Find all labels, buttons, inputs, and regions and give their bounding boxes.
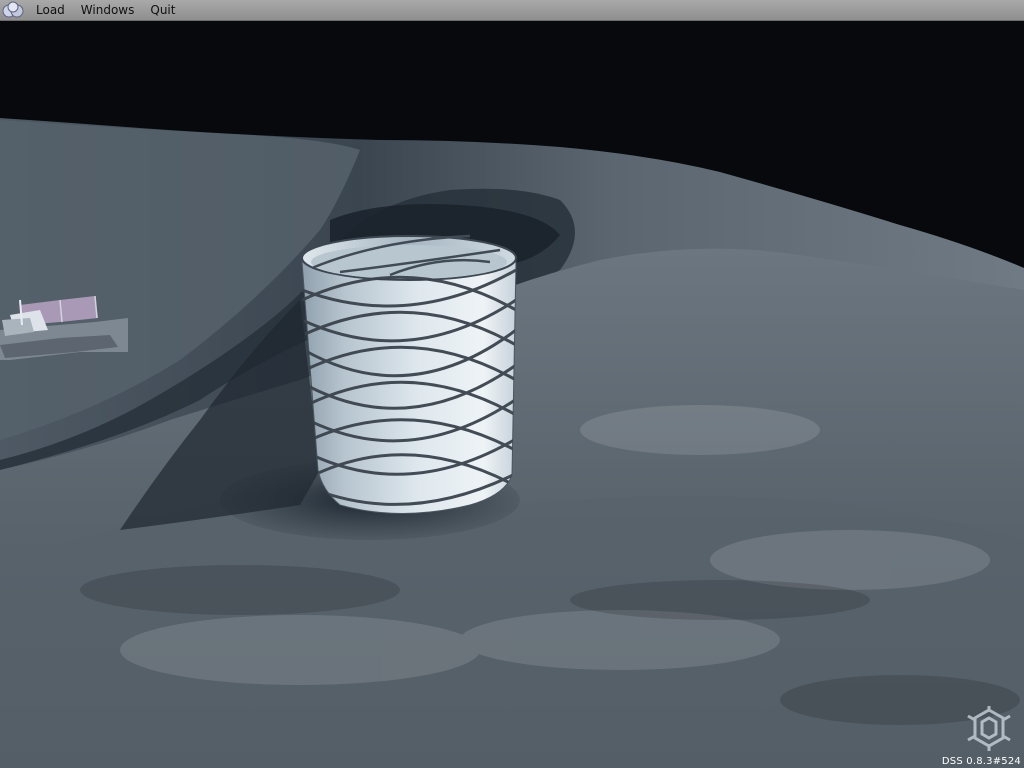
menu-windows[interactable]: Windows	[73, 0, 143, 20]
menu-load[interactable]: Load	[28, 0, 73, 20]
scene-render	[0, 21, 1024, 768]
menu-quit[interactable]: Quit	[142, 0, 183, 20]
gear-logo-icon	[967, 706, 1011, 751]
version-label: DSS 0.8.3#524	[941, 756, 1021, 767]
app-logo-icon[interactable]	[2, 1, 24, 19]
application-window: Load Windows Quit DSS 0.8.3#524	[0, 0, 1024, 768]
cylindrical-habitat	[301, 234, 517, 514]
menu-bar: Load Windows Quit	[0, 0, 1024, 21]
3d-viewport[interactable]	[0, 21, 1024, 768]
